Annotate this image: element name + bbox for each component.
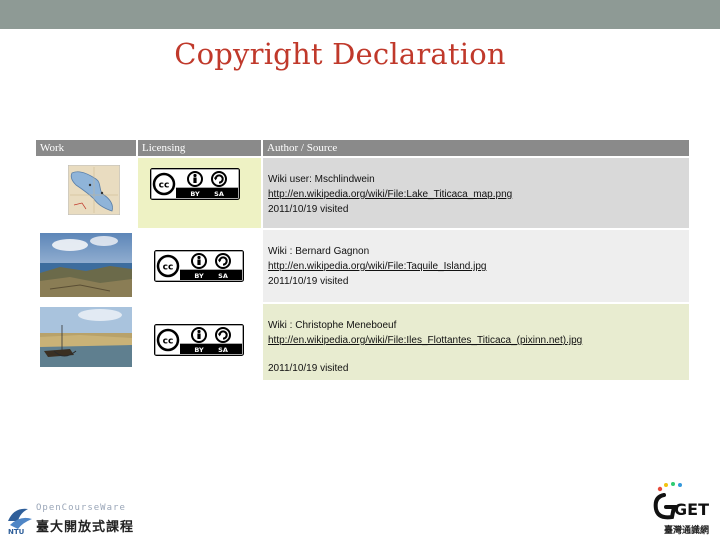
- get-logo-icon: GET: [653, 482, 709, 520]
- get-logo: GET 臺灣通識網: [650, 481, 712, 538]
- author-text: Wiki : Christophe Meneboeuf: [268, 320, 397, 331]
- license-cell: cc BY SA: [137, 228, 263, 303]
- table-row: cc BY SA Wiki : Bernard Gagnon http://en…: [36, 228, 689, 303]
- get-logo-text: GET: [674, 500, 709, 519]
- ocw-logo-cn: 臺大開放式課程: [36, 520, 135, 535]
- taquile-island-photo-thumbnail: [40, 233, 132, 297]
- visited-date: 2011/10/19 visited: [268, 276, 349, 287]
- license-cell: cc BY SA: [137, 156, 263, 229]
- get-logo-cn: 臺灣通識網: [664, 526, 710, 536]
- author-text: Wiki user: Mschlindwein: [268, 174, 375, 185]
- by-label: BY: [190, 190, 200, 198]
- work-cell: [36, 228, 138, 303]
- cc-by-sa-icon: cc BY SA: [150, 168, 240, 200]
- column-header-work: Work: [36, 140, 138, 157]
- column-header-author-source: Author / Source: [262, 140, 689, 157]
- visited-date: 2011/10/19 visited: [268, 363, 349, 374]
- copyright-table: Work Licensing Author / Source cc BY SA …: [36, 140, 689, 380]
- work-cell: [36, 302, 138, 380]
- table-row: cc BY SA Wiki user: Mschlindwein http://…: [36, 156, 689, 229]
- cc-label: cc: [163, 263, 174, 273]
- author-text: Wiki : Bernard Gagnon: [268, 246, 370, 257]
- source-link[interactable]: http://en.wikipedia.org/wiki/File:Taquil…: [268, 261, 486, 272]
- svg-text:NTU: NTU: [8, 528, 25, 535]
- lake-titicaca-map-thumbnail: [68, 165, 120, 215]
- cc-by-sa-icon: cc BY SA: [154, 250, 244, 282]
- ocw-logo-text: OpenCourseWare: [36, 503, 126, 513]
- column-header-licensing: Licensing: [137, 140, 263, 157]
- source-cell: Wiki : Bernard Gagnon http://en.wikipedi…: [262, 228, 689, 303]
- source-cell: Wiki : Christophe Meneboeuf http://en.wi…: [262, 302, 689, 380]
- ntu-emblem-icon: NTU: [8, 508, 32, 535]
- table-header-row: Work Licensing Author / Source: [36, 140, 689, 157]
- source-cell: Wiki user: Mschlindwein http://en.wikipe…: [262, 156, 689, 229]
- table-row: cc BY SA Wiki : Christophe Meneboeuf htt…: [36, 302, 689, 380]
- ntu-ocw-logo: NTU OpenCourseWare 臺大開放式課程: [6, 499, 136, 537]
- source-link[interactable]: http://en.wikipedia.org/wiki/File:Lake_T…: [268, 189, 512, 200]
- sa-label: SA: [218, 272, 228, 280]
- floating-islands-photo-thumbnail: [40, 307, 132, 367]
- source-link[interactable]: http://en.wikipedia.org/wiki/File:Iles_F…: [268, 335, 582, 346]
- cc-by-sa-icon: cc BY SA: [154, 324, 244, 356]
- cc-label: cc: [159, 181, 170, 191]
- sa-label: SA: [214, 190, 224, 198]
- license-cell: cc BY SA: [137, 302, 263, 380]
- top-banner-bar: [0, 0, 720, 29]
- cc-label: cc: [163, 337, 174, 347]
- sa-label: SA: [218, 346, 228, 354]
- slide-title: Copyright Declaration: [174, 37, 506, 71]
- visited-date: 2011/10/19 visited: [268, 204, 349, 215]
- work-cell: [36, 156, 138, 229]
- by-label: BY: [194, 272, 204, 280]
- by-label: BY: [194, 346, 204, 354]
